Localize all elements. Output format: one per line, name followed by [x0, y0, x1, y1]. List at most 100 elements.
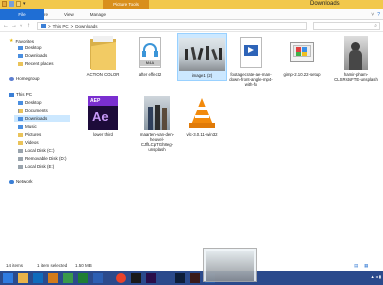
app-icon[interactable]: [93, 273, 103, 283]
breadcrumb-this-pc[interactable]: This PC: [53, 24, 69, 29]
nav-label: Local Disk (C:): [25, 148, 55, 153]
nav-favorites-downloads[interactable]: Downloads: [18, 52, 47, 59]
after-effects-icon[interactable]: [146, 273, 156, 283]
maximize-button[interactable]: [365, 0, 374, 9]
file-item-vlc[interactable]: vlc-3.0.11-win32: [180, 96, 224, 137]
nav-homegroup[interactable]: Homegroup: [9, 75, 40, 82]
installer-icon: [288, 36, 316, 70]
tab-manage[interactable]: Manage: [82, 9, 114, 20]
window-title: Downloads: [310, 1, 340, 7]
app-icon[interactable]: [190, 273, 200, 283]
file-item-action-color[interactable]: ACTION COLOR: [81, 36, 125, 77]
ie-icon[interactable]: [33, 273, 43, 283]
file-name: maarten-van-den-heuvel-CJflLCpTGh8eg-uns…: [139, 132, 175, 152]
start-icon[interactable]: [3, 273, 13, 283]
properties-icon[interactable]: [9, 1, 14, 7]
help-icon[interactable]: ?: [377, 12, 380, 18]
nav-favorites-desktop[interactable]: Desktop: [18, 44, 42, 51]
media-app-icon[interactable]: [48, 273, 58, 283]
file-name: footagecrate-ae-man-down-front-angle-mp4…: [229, 72, 273, 87]
back-button[interactable]: ←: [3, 21, 9, 31]
file-item-footagecrate[interactable]: footagecrate-ae-man-down-front-angle-mp4…: [228, 36, 274, 87]
computer-icon: [9, 92, 14, 97]
documents-icon: [18, 108, 23, 113]
quick-access-toolbar: ▾: [2, 1, 28, 7]
expand-ribbon-icon[interactable]: ˅: [371, 12, 374, 18]
file-list: ACTION COLOR M4A after effect2 image1 (2…: [75, 33, 383, 261]
breadcrumb-separator: >: [70, 23, 74, 29]
address-bar[interactable]: > This PC > Downloads: [37, 22, 307, 30]
file-item-gimp-setup[interactable]: gimp-2.10.22-setup: [280, 36, 324, 77]
nav-desktop[interactable]: Desktop: [18, 99, 42, 106]
nav-favorites-recent[interactable]: Recent places: [18, 60, 54, 67]
nav-label: Network: [16, 179, 33, 184]
image-thumbnail: [206, 251, 254, 281]
chrome-icon[interactable]: [116, 273, 126, 283]
downloads-icon: [18, 116, 23, 121]
nav-label: Removable Disk (D:): [25, 156, 67, 161]
nav-downloads[interactable]: Downloads: [14, 115, 70, 122]
file-item-after-effect2[interactable]: M4A after effect2: [128, 36, 172, 77]
nav-label: Downloads: [25, 53, 48, 58]
drive-icon: [18, 164, 23, 169]
ae-logo: Ae: [92, 109, 109, 124]
large-icons-view-icon[interactable]: ▦: [364, 263, 368, 269]
details-view-icon[interactable]: ▤: [354, 263, 358, 269]
music-icon: [18, 124, 23, 129]
file-item-image1-2[interactable]: image1 (2): [177, 33, 227, 81]
file-name: hamir-pham-CLSRstsFTE-unsplash: [334, 72, 378, 82]
forward-button[interactable]: →: [11, 21, 17, 31]
nav-label: This PC: [16, 92, 33, 97]
nav-label: Pictures: [25, 132, 42, 137]
nav-label: Recent places: [25, 61, 54, 66]
nav-label: Desktop: [25, 45, 42, 50]
tab-view[interactable]: View: [56, 9, 82, 20]
nav-this-pc[interactable]: This PC: [9, 91, 32, 98]
file-item-lower-third[interactable]: AEP Ae lower third: [81, 96, 125, 137]
file-name: gimp-2.10.22-setup: [283, 72, 321, 77]
nav-label: Downloads: [25, 116, 48, 121]
system-tray[interactable]: ▲ ◂ ▮: [371, 274, 381, 279]
store-icon[interactable]: [63, 273, 73, 283]
pictures-icon: [18, 132, 23, 137]
nav-label: Documents: [25, 108, 48, 113]
nav-local-disk-c[interactable]: Local Disk (C:): [18, 147, 55, 154]
nav-music[interactable]: Music: [18, 123, 37, 130]
up-button[interactable]: ↑: [27, 21, 30, 31]
app-icon[interactable]: [131, 273, 141, 283]
photoshop-icon[interactable]: [175, 273, 185, 283]
file-name: vlc-3.0.11-win32: [186, 132, 218, 137]
navigation-pane: ★ Favorites Desktop Downloads Recent pla…: [0, 33, 70, 261]
taskbar: ▲ ◂ ▮: [0, 271, 383, 285]
nav-documents[interactable]: Documents: [18, 107, 48, 114]
nav-label: Videos: [25, 140, 39, 145]
nav-removable-disk-d[interactable]: Removable Disk (D:): [18, 155, 67, 162]
new-folder-icon[interactable]: [16, 1, 21, 7]
breadcrumb-downloads[interactable]: Downloads: [75, 24, 97, 29]
nav-label: Desktop: [25, 100, 42, 105]
qat-dropdown-icon[interactable]: ▾: [23, 1, 28, 7]
nav-videos[interactable]: Videos: [18, 139, 39, 146]
file-name: lower third: [93, 132, 113, 137]
downloads-icon: [18, 53, 23, 58]
photo-thumbnail: [144, 96, 170, 130]
nav-label: Music: [25, 124, 37, 129]
file-explorer-icon[interactable]: [18, 273, 28, 283]
minimize-button[interactable]: [356, 0, 365, 9]
file-item-maarten-photo[interactable]: maarten-van-den-heuvel-CJflLCpTGh8eg-uns…: [134, 96, 180, 152]
desktop-icon: [18, 45, 23, 50]
tab-file[interactable]: File: [0, 8, 44, 20]
recent-locations-icon[interactable]: ˅: [20, 21, 22, 31]
vlc-icon: [188, 96, 216, 130]
computer-icon: [41, 24, 46, 28]
file-type-badge: AEP: [88, 96, 118, 106]
file-item-hamir-pham[interactable]: hamir-pham-CLSRstsFTE-unsplash: [332, 36, 380, 82]
nav-pictures[interactable]: Pictures: [18, 131, 41, 138]
excel-icon[interactable]: [78, 273, 88, 283]
close-button[interactable]: [374, 0, 383, 9]
nav-network[interactable]: Network: [9, 178, 33, 185]
nav-local-disk-e[interactable]: Local Disk (E:): [18, 163, 54, 170]
homegroup-icon: [9, 76, 14, 81]
videos-icon: [18, 140, 23, 145]
search-input[interactable]: ⌕: [313, 22, 380, 30]
